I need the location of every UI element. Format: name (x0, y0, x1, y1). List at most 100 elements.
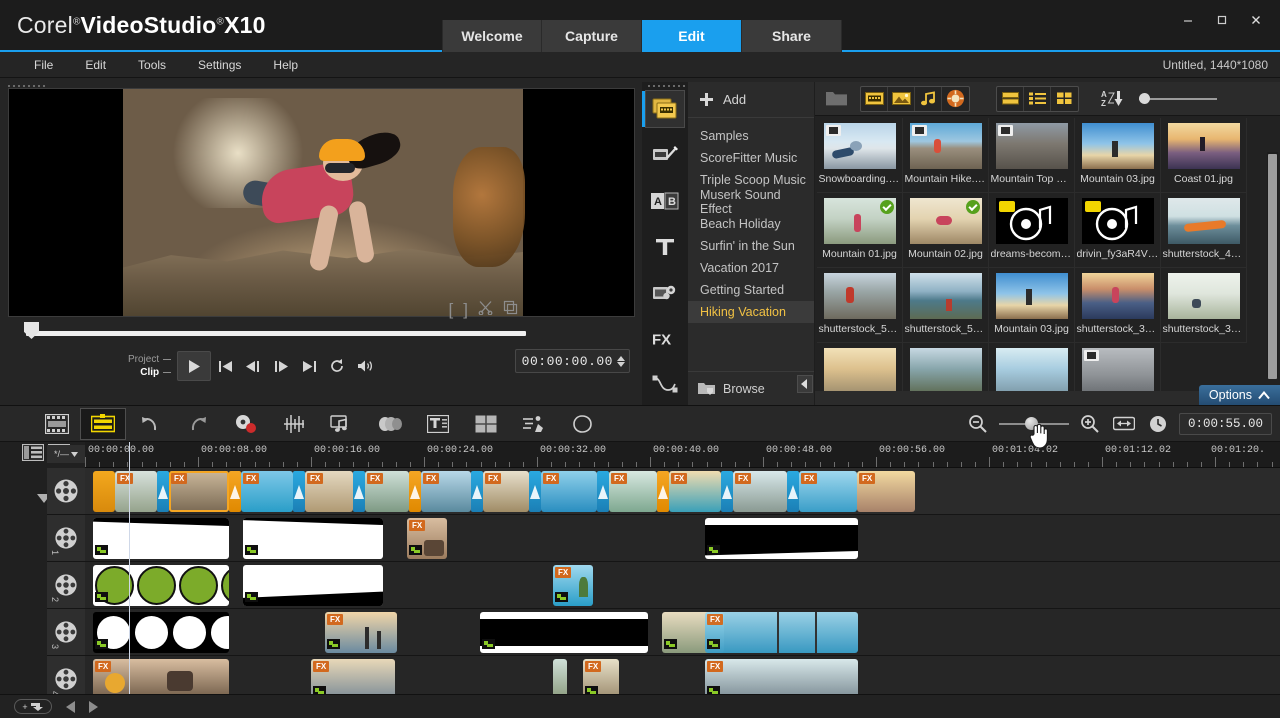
mark-in-button[interactable]: [ (449, 300, 454, 320)
zoom-in-icon[interactable] (1077, 408, 1103, 440)
media-item[interactable] (817, 343, 903, 391)
folder-samples[interactable]: Samples (688, 125, 814, 147)
mode-project[interactable]: Project (128, 353, 171, 366)
timeline-clip[interactable]: FX (733, 471, 787, 512)
player-timecode[interactable]: 00:00:00.00 (514, 349, 630, 373)
media-item[interactable] (989, 343, 1075, 391)
folder-getting-started[interactable]: Getting Started (688, 279, 814, 301)
transition-clip[interactable] (157, 471, 169, 512)
timeline-clip[interactable] (480, 612, 648, 653)
media-item[interactable]: Coast 01.jpg (1161, 118, 1247, 193)
sound-mixer-icon[interactable] (318, 408, 366, 440)
media-item[interactable] (1075, 343, 1161, 391)
timeline-clip[interactable]: FX (541, 471, 597, 512)
track-header-4[interactable]: 4 (47, 656, 85, 694)
folder-vacation-2017[interactable]: Vacation 2017 (688, 257, 814, 279)
redo-icon[interactable] (174, 408, 222, 440)
show-videos-icon[interactable] (861, 86, 888, 111)
timeline-clip[interactable]: FX (407, 518, 447, 559)
maximize-button[interactable] (1206, 8, 1238, 32)
timeline-clip[interactable]: FX (583, 659, 619, 694)
media-item[interactable]: Mountain Top Vi... (989, 118, 1075, 193)
transition-clip[interactable] (471, 471, 483, 512)
track-row-3[interactable]: FX FX (85, 609, 1280, 656)
timeline-clip[interactable] (553, 659, 567, 694)
library-grip[interactable] (648, 83, 685, 89)
thumbnail-size-slider[interactable] (1139, 92, 1217, 106)
timeline-clip[interactable] (93, 565, 229, 606)
timeline-clip[interactable]: FX (311, 659, 395, 694)
transition-clip[interactable] (721, 471, 733, 512)
cut-clip-button[interactable] (478, 300, 493, 320)
media-item[interactable]: shutterstock_49... (1161, 193, 1247, 268)
track-header-1[interactable]: 1 (47, 515, 85, 562)
import-folder-icon[interactable] (823, 87, 850, 111)
media-item[interactable]: Mountain Hike.m... (903, 118, 989, 193)
tab-welcome[interactable]: Welcome (442, 20, 542, 52)
collapse-panel-button[interactable] (797, 375, 813, 393)
title-icon[interactable] (645, 228, 685, 266)
path-icon[interactable] (645, 366, 685, 404)
menu-help[interactable]: Help (257, 58, 314, 72)
minimize-button[interactable] (1172, 8, 1204, 32)
timeline-clip[interactable]: FX (669, 471, 721, 512)
fx-icon[interactable]: FX (645, 320, 685, 358)
track-header-2[interactable]: 2 (47, 562, 85, 609)
detail-view-icon[interactable] (1024, 86, 1051, 111)
timeline-clip[interactable]: FX (609, 471, 657, 512)
timeline-clip[interactable]: FX (705, 612, 858, 653)
project-duration[interactable]: 0:00:55.00 (1178, 412, 1272, 435)
media-item[interactable]: Mountain 02.jpg (903, 193, 989, 268)
undo-icon[interactable] (126, 408, 174, 440)
timeline-clip[interactable]: FX (365, 471, 409, 512)
multi-camera-icon[interactable] (462, 408, 510, 440)
track-manager-icon[interactable] (21, 443, 45, 462)
timeline-view-icon[interactable] (80, 407, 126, 440)
media-item[interactable]: shutterstock_52... (903, 268, 989, 343)
end-button[interactable] (295, 353, 323, 379)
clock-icon[interactable] (1145, 408, 1171, 440)
add-folder-button[interactable]: Add (688, 82, 814, 118)
timeline-clip[interactable] (243, 518, 383, 559)
library-scrollbar[interactable] (1267, 152, 1278, 379)
motion-tracking-icon[interactable] (366, 408, 414, 440)
transitions-icon[interactable]: AB (645, 182, 685, 220)
timeline-clip[interactable]: FX (483, 471, 529, 512)
timeline-ruler[interactable]: 00:00:00.00 00:00:08.00 00:00:16.00 00:0… (85, 442, 1280, 468)
mark-out-button[interactable]: ] (463, 300, 468, 320)
folder-muserk-sound-effect[interactable]: Muserk Sound Effect (688, 188, 814, 216)
media-item[interactable]: Mountain 01.jpg (817, 193, 903, 268)
track-row-2[interactable]: FX (85, 562, 1280, 609)
graphic-icon[interactable] (645, 274, 685, 312)
transition-clip[interactable] (787, 471, 799, 512)
timeline-clip[interactable] (243, 565, 383, 606)
timeline-clip[interactable]: FX (857, 471, 915, 512)
speed-timelapse-icon[interactable] (510, 408, 558, 440)
home-button[interactable] (211, 353, 239, 379)
record-capture-icon[interactable] (222, 408, 270, 440)
track-header-video[interactable] (47, 468, 85, 515)
copy-clip-button[interactable] (503, 300, 518, 320)
timeline-clip[interactable]: FX (169, 471, 229, 512)
folder-hiking-vacation[interactable]: Hiking Vacation (688, 301, 814, 323)
mask-creator-icon[interactable] (558, 408, 606, 440)
transition-clip[interactable] (597, 471, 609, 512)
sort-az-icon[interactable]: AZ (1097, 87, 1127, 111)
media-item[interactable]: shutterstock_38... (1161, 268, 1247, 343)
media-item[interactable]: Mountain 03.jpg (989, 268, 1075, 343)
zoom-out-icon[interactable] (965, 408, 991, 440)
mix-audio-icon[interactable] (270, 408, 318, 440)
instant-project-icon[interactable] (645, 136, 685, 174)
storyboard-view-icon[interactable] (34, 408, 80, 440)
timeline-clip[interactable] (93, 518, 229, 559)
scrubber-handle[interactable] (24, 322, 39, 339)
timeline-clip[interactable]: FX (93, 659, 229, 694)
show-photos-icon[interactable] (888, 86, 915, 111)
folder-surfin-in-the-sun[interactable]: Surfin' in the Sun (688, 235, 814, 257)
track-row-video[interactable]: FX FX FX FX FX FX FX FX FX FX FX FX FX (85, 468, 1280, 515)
timeline-tracks-area[interactable]: 00:00:00.00 00:00:08.00 00:00:16.00 00:0… (85, 442, 1280, 694)
thumbnail-slider-handle[interactable] (1139, 92, 1150, 104)
transition-clip[interactable] (229, 471, 241, 512)
track-row-4[interactable]: FX FX FX FX (85, 656, 1280, 694)
menu-settings[interactable]: Settings (182, 58, 257, 72)
